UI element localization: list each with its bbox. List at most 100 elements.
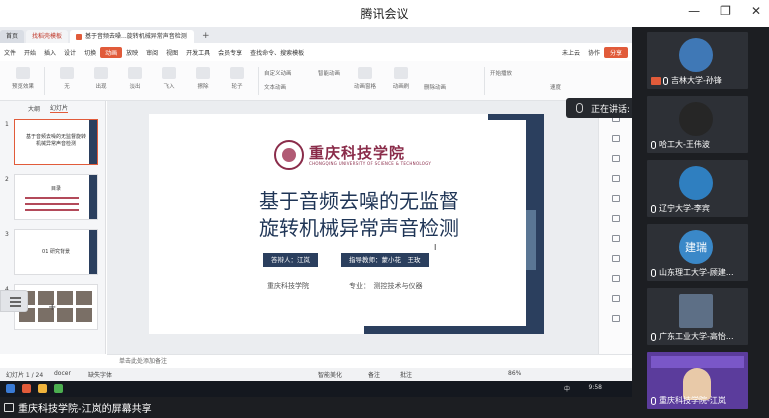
anim-erase[interactable]: 擦除 — [184, 67, 222, 90]
school-name-en: CHONGQING UNIVERSITY OF SCIENCE & TECHNO… — [309, 161, 432, 166]
anim-fade[interactable]: 淡出 — [116, 67, 154, 90]
share-button[interactable]: 分享 — [603, 46, 628, 58]
participant-tile[interactable]: 广东工业大学-高怡... — [647, 288, 748, 345]
delete-animation-button[interactable]: 删除动画 — [424, 83, 446, 91]
school-label: 重庆科技学院 — [267, 282, 309, 290]
major-label: 专业： 测控技术与仪器 — [349, 282, 423, 290]
menu-start[interactable]: 开始 — [20, 48, 40, 57]
tool-icon[interactable] — [612, 275, 620, 282]
tool-icon[interactable] — [612, 235, 620, 242]
menu-member[interactable]: 会员专享 — [214, 48, 246, 57]
animation-ribbon: 预览效果 无 出现 淡出 飞入 擦除 轮子 自定义动画 文本动画 智能动画 动画… — [0, 61, 632, 101]
participant-list: 吉林大学-孙锋 哈工大-王伟波 辽宁大学-李宾 建瑞 山东理工大学-顾建... … — [632, 27, 769, 418]
smart-beautify-button[interactable]: 智能美化 — [318, 370, 342, 379]
anim-appear[interactable]: 出现 — [82, 67, 120, 90]
participant-tile[interactable]: 辽宁大学-李宾 — [647, 160, 748, 217]
avatar: 建瑞 — [679, 230, 713, 264]
tool-icon[interactable] — [612, 175, 620, 182]
screen-share-icon[interactable] — [4, 403, 14, 412]
current-slide[interactable]: 重庆科技学院 CHONGQING UNIVERSITY OF SCIENCE &… — [149, 114, 544, 334]
slide-thumb-3[interactable]: 01 研究背景 — [14, 229, 98, 275]
tool-icon[interactable] — [612, 215, 620, 222]
tab-document[interactable]: 基于音频去噪...旋转机械异常声音检测 — [70, 30, 195, 43]
tab-home[interactable]: 首页 — [0, 30, 25, 43]
taskbar-clock: 9:58 — [588, 384, 602, 391]
menu-view[interactable]: 视图 — [162, 48, 182, 57]
tool-icon[interactable] — [612, 195, 620, 202]
anim-none[interactable]: 无 — [48, 67, 86, 90]
tab-outline[interactable]: 大纲 — [28, 104, 40, 113]
menu-review[interactable]: 审阅 — [142, 48, 162, 57]
add-slide-icon[interactable]: + — [48, 302, 56, 313]
thumb-caption: 01 研究背景 — [42, 249, 70, 255]
microphone-icon — [576, 103, 583, 113]
preview-effect-button[interactable]: 预览效果 — [4, 67, 42, 90]
host-icon — [651, 76, 661, 85]
start-play-select[interactable]: 开始播放 — [490, 69, 512, 77]
search-commands[interactable]: 查找命令、搜索模板 — [246, 48, 308, 57]
animation-window-button[interactable]: 动画窗格 — [346, 67, 384, 90]
folder-icon[interactable] — [38, 384, 47, 393]
star-icon — [162, 67, 176, 79]
notes-area[interactable]: 单击此处添加备注 — [107, 354, 632, 368]
text-animation-button[interactable]: 文本动画 — [264, 83, 286, 91]
docer-label[interactable]: docer — [54, 370, 71, 377]
advisor-badge: 指导教师：蒙小花 王玫 — [341, 253, 429, 267]
microphone-icon — [651, 204, 656, 213]
participant-tile[interactable]: 哈工大-王伟波 — [647, 96, 748, 153]
tab-slides[interactable]: 幻灯片 — [50, 103, 69, 113]
menu-transition[interactable]: 切换 — [80, 48, 100, 57]
tool-icon[interactable] — [612, 135, 620, 142]
window-title: 腾讯会议 — [360, 7, 409, 21]
wps-icon[interactable] — [22, 384, 31, 393]
input-method[interactable]: 中 — [564, 384, 570, 393]
participant-video-tile[interactable]: 重庆科技学院-江岚 — [647, 352, 748, 409]
avatar — [679, 166, 713, 200]
menu-file[interactable]: 文件 — [0, 48, 20, 57]
tool-icon[interactable] — [612, 295, 620, 302]
tool-icon[interactable] — [612, 315, 620, 322]
participant-tile[interactable]: 建瑞 山东理工大学-顾建... — [647, 224, 748, 281]
custom-animation-button[interactable]: 自定义动画 — [264, 69, 292, 77]
menu-design[interactable]: 设计 — [60, 48, 80, 57]
thumb-number: 2 — [5, 176, 9, 183]
start-icon[interactable] — [6, 384, 15, 393]
right-toolbar — [598, 101, 632, 354]
slide-sorter-icon[interactable] — [0, 290, 28, 312]
menu-devtools[interactable]: 开发工具 — [182, 48, 214, 57]
slide-thumb-1[interactable]: 基于音频去噪的无监督旋转机械异常声音检测 — [14, 119, 98, 165]
speed-select[interactable]: 速度 — [550, 83, 561, 91]
comment-button[interactable]: 批注 — [400, 370, 412, 379]
microphone-icon — [651, 140, 656, 149]
notes-button[interactable]: 备注 — [368, 370, 380, 379]
zoom-level[interactable]: 86% — [508, 370, 521, 377]
animation-brush-button[interactable]: 动画刷 — [382, 67, 420, 90]
avatar — [679, 38, 713, 72]
text-cursor-icon: I — [434, 243, 437, 252]
microphone-icon — [651, 332, 656, 341]
menu-insert[interactable]: 插入 — [40, 48, 60, 57]
collaborate-button[interactable]: 协作 — [584, 48, 604, 57]
star-icon — [128, 67, 142, 79]
video-banner — [651, 356, 744, 368]
tab-templates[interactable]: 找稻壳模板 — [26, 30, 69, 43]
anim-wheel[interactable]: 轮子 — [218, 67, 256, 90]
restore-icon[interactable]: ❐ — [720, 4, 731, 18]
tool-icon[interactable] — [612, 255, 620, 262]
cloud-status[interactable]: 未上云 — [558, 48, 584, 57]
tool-icon[interactable] — [612, 155, 620, 162]
new-tab-icon[interactable]: + — [196, 30, 216, 43]
menu-animation[interactable]: 动画 — [100, 46, 123, 58]
minimize-icon[interactable]: — — [688, 4, 700, 18]
close-icon[interactable]: ✕ — [751, 4, 761, 18]
slide-thumb-2[interactable]: 目录 — [14, 174, 98, 220]
participant-tile[interactable]: 吉林大学-孙锋 — [647, 32, 748, 89]
avatar — [679, 294, 713, 328]
page-indicator: 幻灯片 1 / 24 — [6, 372, 44, 379]
anim-fly-in[interactable]: 飞入 — [150, 67, 188, 90]
smart-animation-button[interactable]: 智能动画 — [318, 69, 340, 77]
missing-font-button[interactable]: 缺失字体 — [88, 370, 112, 379]
menu-slideshow[interactable]: 放映 — [122, 48, 142, 57]
screen-share-label: 重庆科技学院-江岚的屏幕共享 — [18, 404, 152, 415]
browser-icon[interactable] — [54, 384, 63, 393]
